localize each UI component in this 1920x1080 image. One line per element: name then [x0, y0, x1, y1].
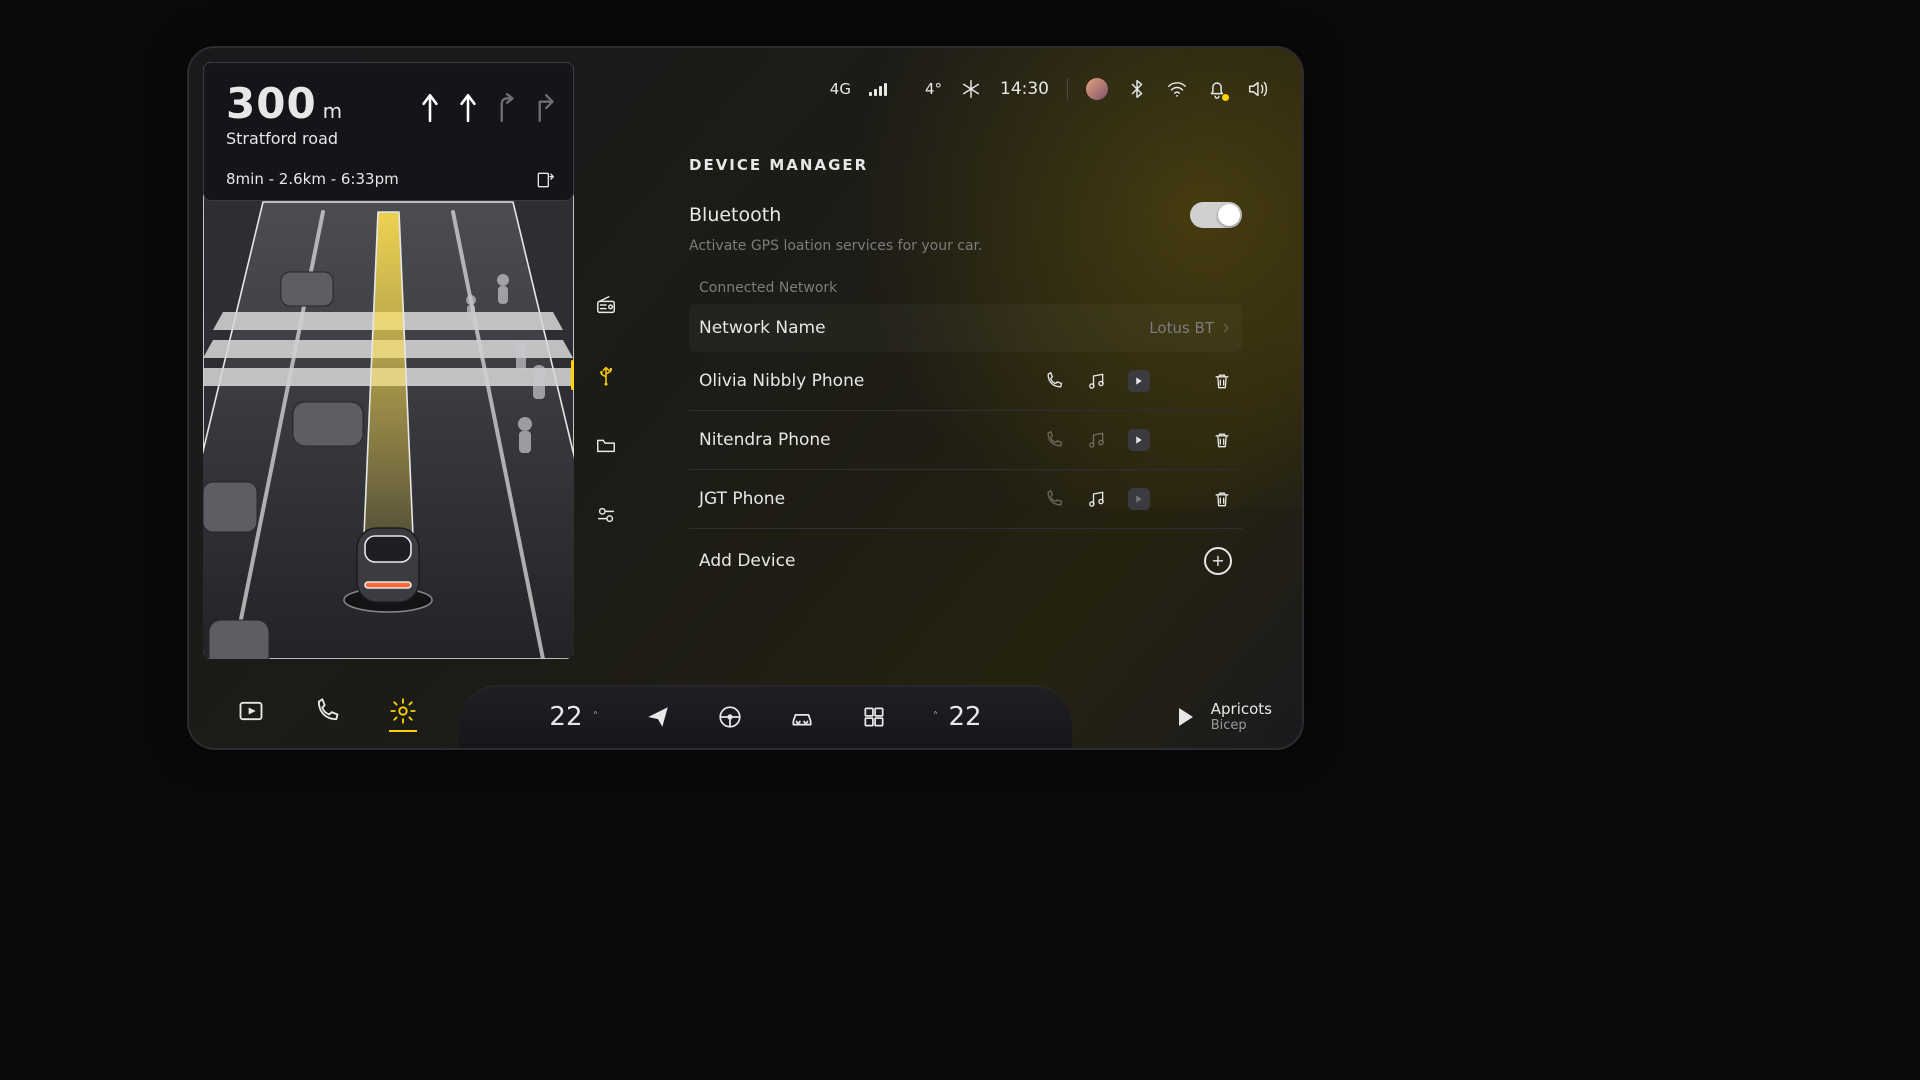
bluetooth-desc: Activate GPS loation services for your c… — [689, 238, 1242, 254]
infotainment-screen: 4G 4° 14:30 — [187, 46, 1304, 750]
bottom-dock: 22 ˄ ˄ 22 — [189, 674, 1302, 748]
bluetooth-label: Bluetooth — [689, 204, 781, 226]
panel-title: DEVICE MANAGER — [689, 156, 1242, 174]
navigation-widget[interactable]: 300 m Stratford road 8min - 2.6km - 6:33… — [203, 62, 574, 659]
device-row[interactable]: JGT Phone — [689, 470, 1242, 529]
usb-tab[interactable] — [589, 358, 623, 392]
music-icon[interactable] — [1086, 489, 1106, 509]
media-app-button[interactable] — [237, 697, 265, 725]
now-playing[interactable]: Apricots Bicep — [1179, 686, 1272, 748]
phone-icon[interactable] — [1044, 371, 1064, 391]
nav-distance-unit: m — [323, 99, 342, 123]
connected-network-label: Connected Network — [699, 280, 1242, 296]
phone-app-button[interactable] — [313, 697, 341, 725]
avatar[interactable] — [1086, 78, 1108, 100]
phone-icon[interactable] — [1044, 489, 1064, 509]
status-bar: 4G 4° 14:30 — [830, 78, 1268, 100]
play-icon[interactable] — [1179, 708, 1193, 726]
bluetooth-icon[interactable] — [1126, 78, 1148, 100]
bell-icon[interactable] — [1206, 78, 1228, 100]
source-rail — [589, 288, 623, 532]
signal-icon — [869, 82, 887, 96]
plus-circle-icon: + — [1204, 547, 1232, 575]
add-device-label: Add Device — [699, 551, 795, 571]
climate-bar: 22 ˄ ˄ 22 — [459, 685, 1072, 748]
chevron-up-icon: ˄ — [593, 710, 599, 724]
phone-icon[interactable] — [1044, 430, 1064, 450]
chevron-right-icon — [1220, 322, 1232, 334]
nav-info-card: 300 m Stratford road 8min - 2.6km - 6:33… — [203, 62, 574, 201]
music-icon[interactable] — [1086, 430, 1106, 450]
network-name-label: Network Name — [699, 318, 826, 338]
bluetooth-row: Bluetooth — [689, 202, 1242, 228]
bluetooth-toggle[interactable] — [1190, 202, 1242, 228]
folder-tab[interactable] — [589, 428, 623, 462]
device-name: Olivia Nibbly Phone — [699, 371, 864, 391]
nav-distance: 300 — [226, 79, 317, 128]
volume-icon[interactable] — [1246, 78, 1268, 100]
clock: 14:30 — [1000, 79, 1049, 99]
nav-eta: 8min - 2.6km - 6:33pm — [226, 170, 399, 188]
chevron-up-icon: ˄ — [933, 710, 939, 724]
music-icon[interactable] — [1086, 371, 1106, 391]
device-name: Nitendra Phone — [699, 430, 831, 450]
carplay-icon[interactable] — [1128, 370, 1150, 392]
passenger-temp[interactable]: ˄ 22 — [933, 702, 982, 732]
trash-icon[interactable] — [1212, 489, 1232, 509]
carplay-icon[interactable] — [1128, 488, 1150, 510]
carplay-icon[interactable] — [1128, 429, 1150, 451]
nav-arrow-icon[interactable] — [645, 704, 671, 730]
cellular-label: 4G — [830, 80, 851, 98]
add-device-row[interactable]: Add Device + — [689, 529, 1242, 593]
device-row[interactable]: Olivia Nibbly Phone — [689, 352, 1242, 411]
device-name: JGT Phone — [699, 489, 785, 509]
apps-grid-icon[interactable] — [861, 704, 887, 730]
steering-icon[interactable] — [717, 704, 743, 730]
wifi-icon[interactable] — [1166, 78, 1188, 100]
track-title: Apricots — [1211, 700, 1272, 718]
network-row[interactable]: Network Name Lotus BT — [689, 304, 1242, 352]
nav-street: Stratford road — [226, 129, 338, 148]
tune-tab[interactable] — [589, 498, 623, 532]
outside-temp: 4° — [925, 80, 942, 98]
device-row[interactable]: Nitendra Phone — [689, 411, 1242, 470]
network-value: Lotus BT — [1149, 319, 1214, 337]
driver-temp[interactable]: 22 ˄ — [549, 702, 598, 732]
expand-icon[interactable] — [535, 170, 555, 190]
nav-maneuver-icons — [417, 91, 557, 123]
settings-app-button[interactable] — [389, 697, 417, 725]
snow-icon — [960, 78, 982, 100]
trash-icon[interactable] — [1212, 430, 1232, 450]
car-icon[interactable] — [789, 704, 815, 730]
radio-tab[interactable] — [589, 288, 623, 322]
track-artist: Bicep — [1211, 718, 1272, 734]
trash-icon[interactable] — [1212, 371, 1232, 391]
device-manager-panel: DEVICE MANAGER Bluetooth Activate GPS lo… — [689, 156, 1242, 593]
